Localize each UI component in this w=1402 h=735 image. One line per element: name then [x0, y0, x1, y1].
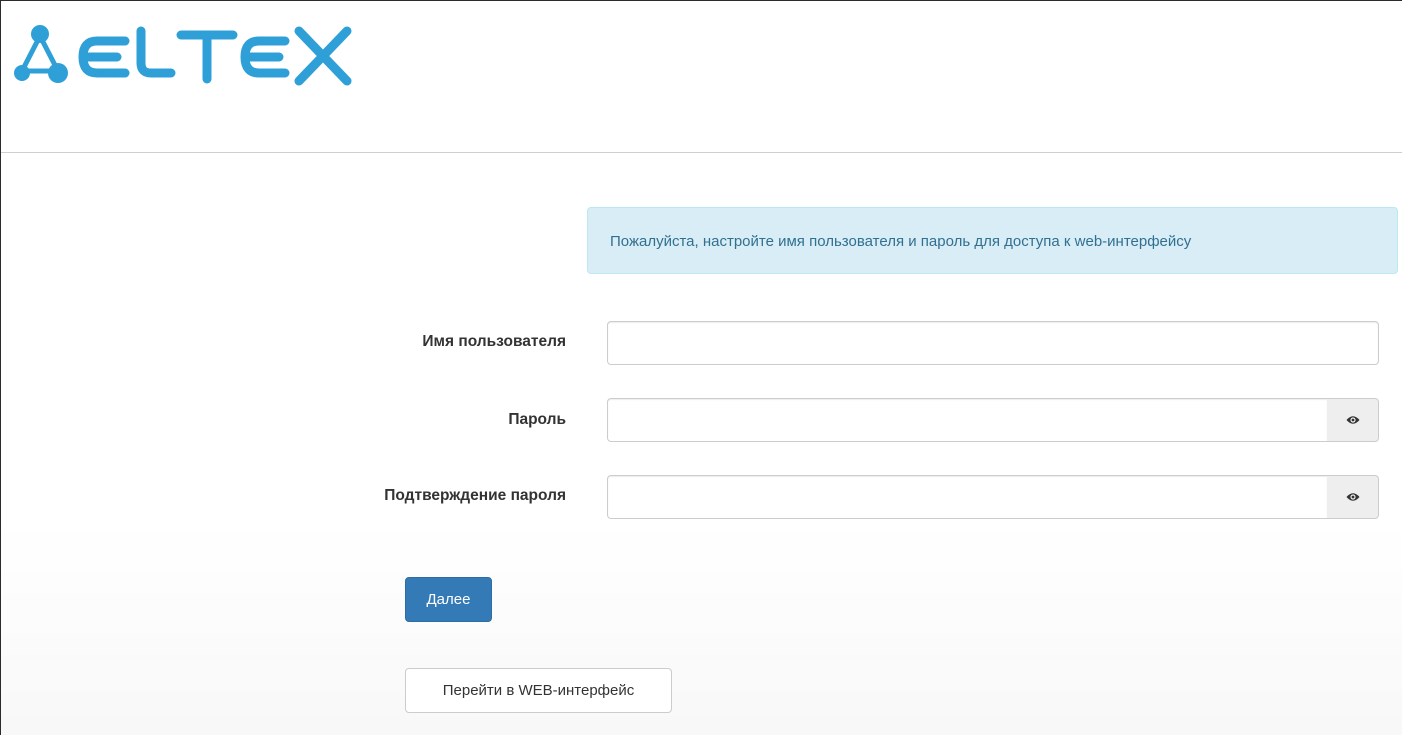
go-to-web-interface-button[interactable]: Перейти в WEB-интерфейс [405, 668, 672, 713]
info-alert: Пожалуйста, настройте имя пользователя и… [587, 207, 1398, 274]
password-visibility-toggle[interactable] [1327, 398, 1379, 442]
eltex-logo [13, 23, 358, 93]
header [1, 1, 1402, 153]
password-label: Пароль [508, 411, 566, 428]
page-frame: Пожалуйста, настройте имя пользователя и… [0, 0, 1402, 735]
username-input[interactable] [607, 321, 1379, 365]
username-label: Имя пользователя [422, 333, 566, 350]
confirm-password-visibility-toggle[interactable] [1327, 475, 1379, 519]
eye-icon [1346, 489, 1360, 506]
password-input[interactable] [607, 398, 1328, 442]
alert-text: Пожалуйста, настройте имя пользователя и… [610, 233, 1192, 250]
confirm-password-label: Подтверждение пароля [384, 487, 566, 504]
confirm-password-input[interactable] [607, 475, 1328, 519]
eye-icon [1346, 412, 1360, 429]
next-button[interactable]: Далее [405, 577, 492, 622]
